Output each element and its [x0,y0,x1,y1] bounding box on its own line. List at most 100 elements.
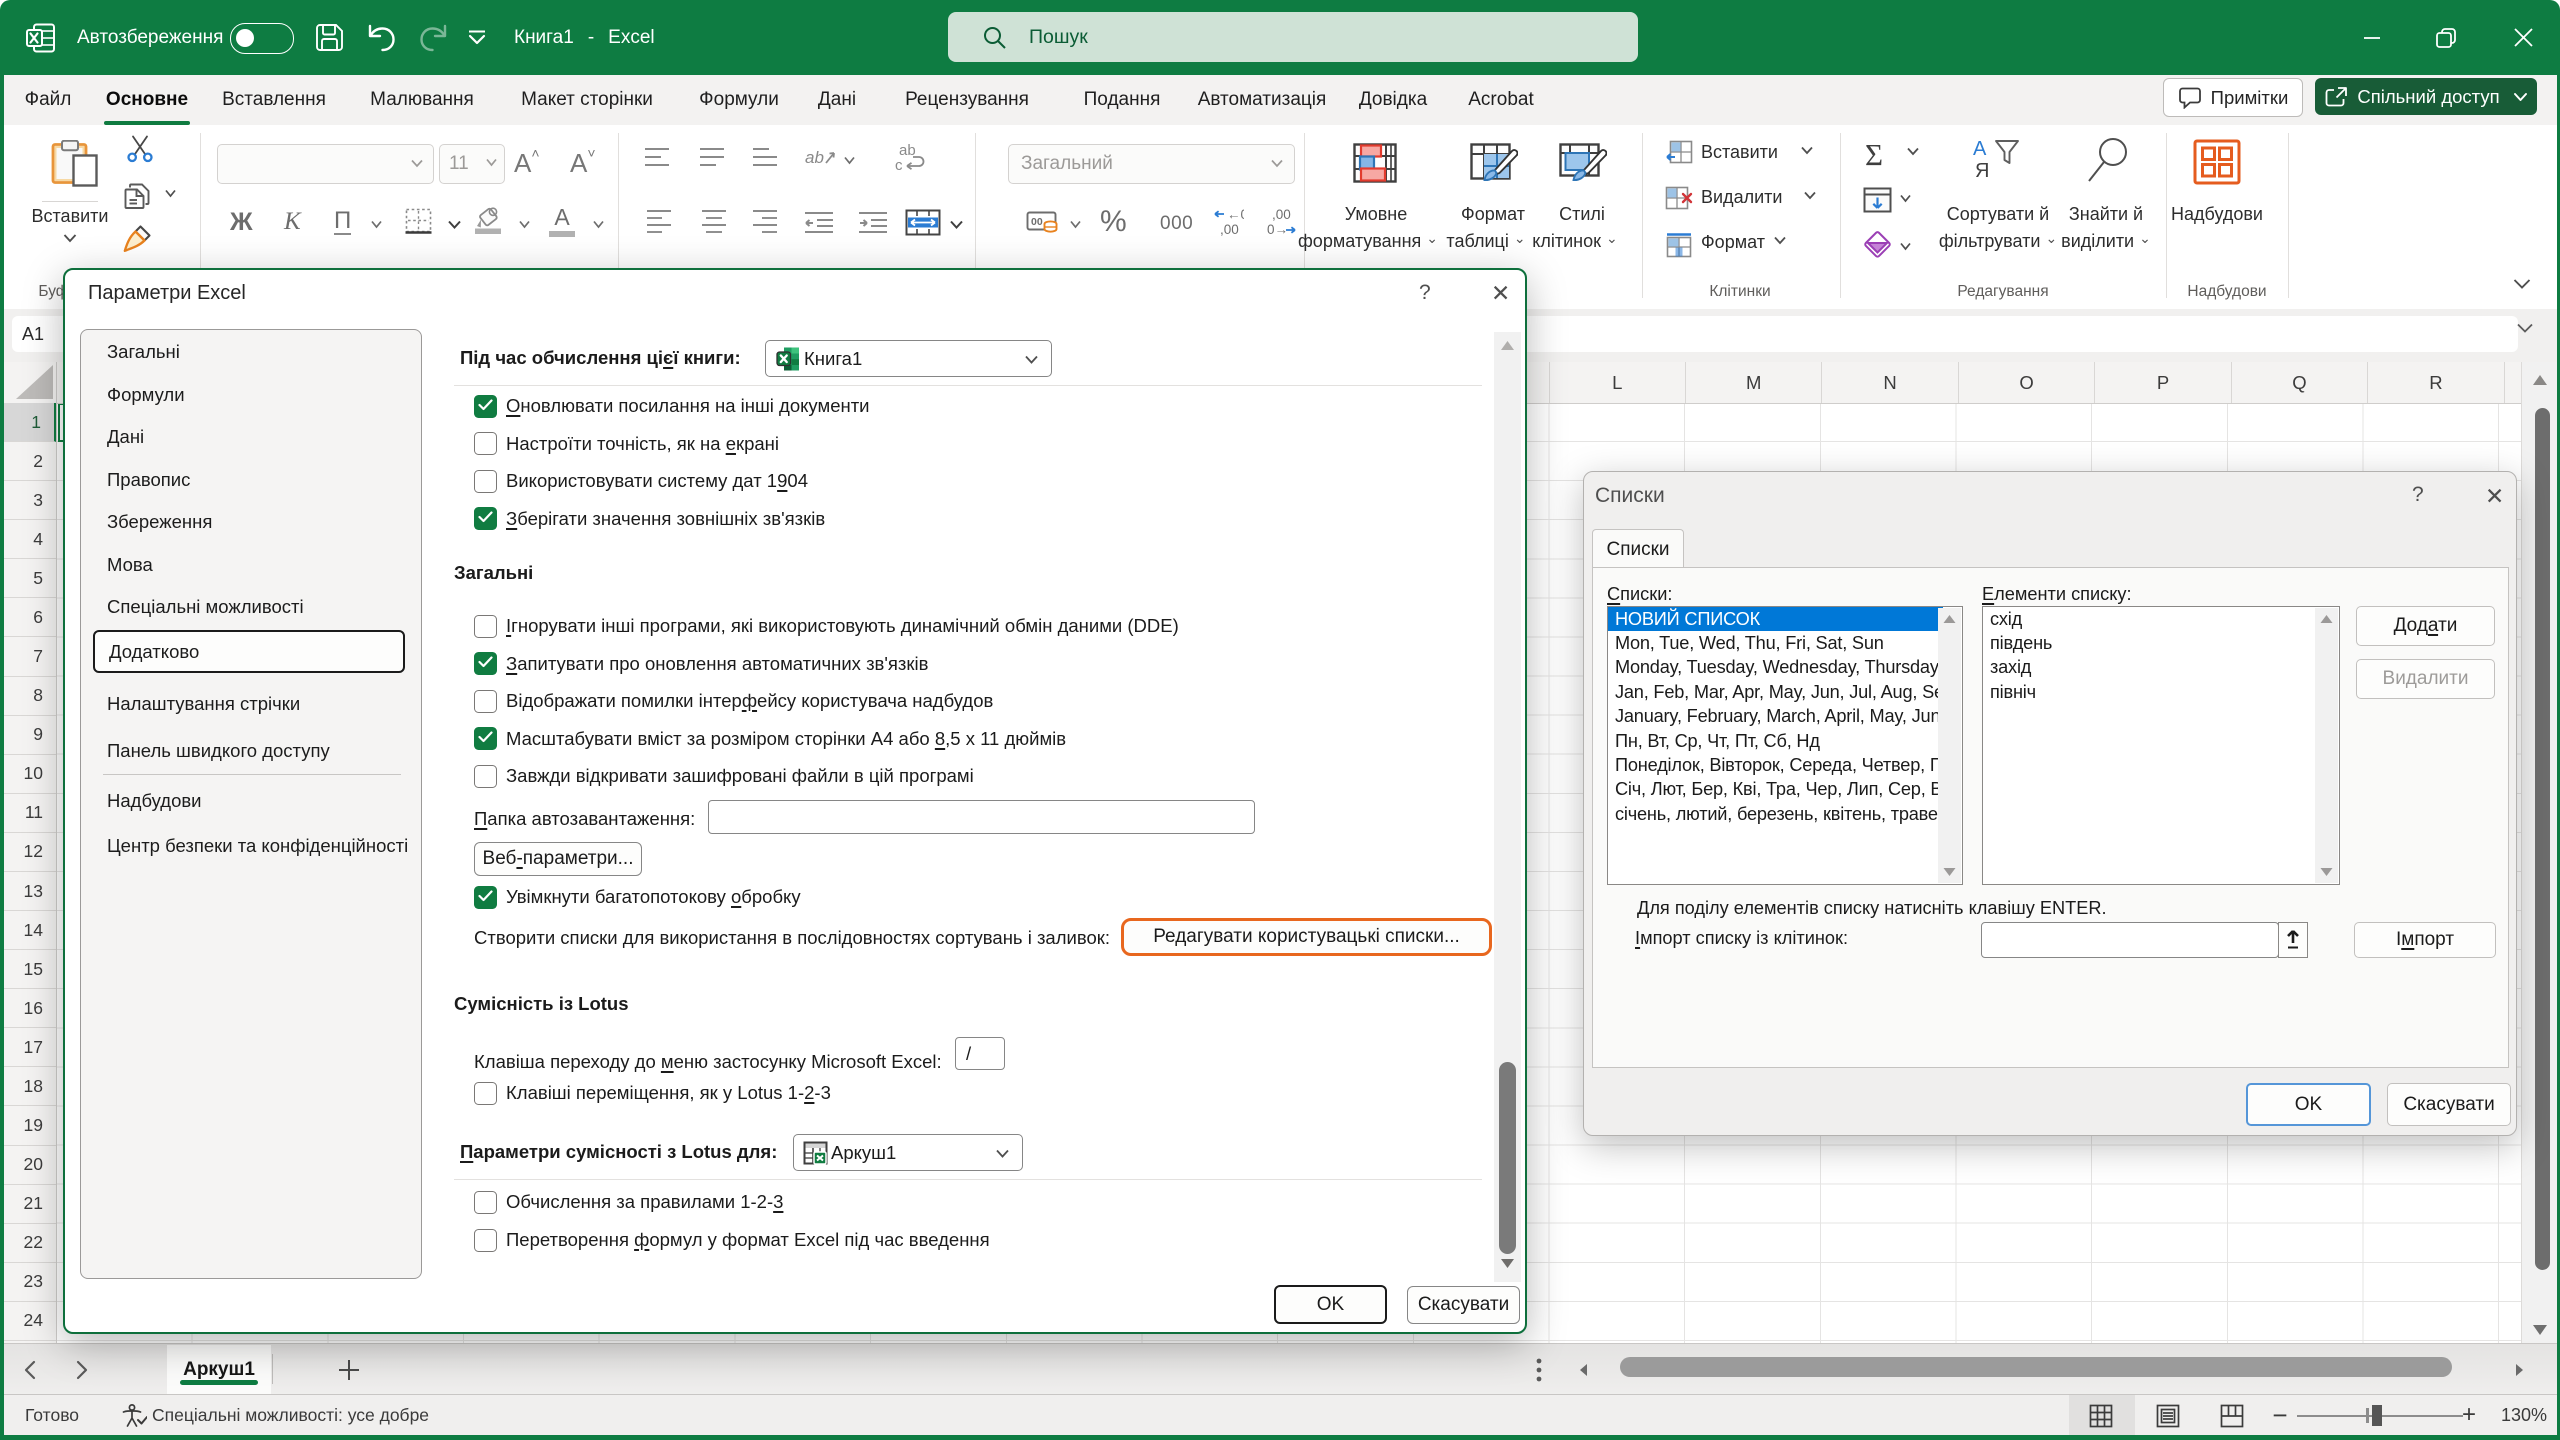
increase-font-icon[interactable]: A˄ [514,145,540,179]
entries-scroll-up-icon[interactable] [2320,614,2333,624]
sheet-prev-icon[interactable] [20,1344,42,1395]
column-header-R[interactable]: R [2368,362,2504,403]
general-check-2-checkbox[interactable] [474,652,497,675]
select-all-corner[interactable] [0,362,57,403]
merge-center-icon[interactable] [905,209,941,236]
options-nav-1[interactable]: Загальні [93,331,405,374]
row-header-14[interactable]: 14 [0,911,56,950]
ribbon-tab-11[interactable]: Довідка [1359,75,1427,125]
insert-cells-icon[interactable] [1665,140,1693,164]
general-check-3[interactable]: Відображати помилки інтерфейсу користува… [474,688,993,714]
ribbon-tab-8[interactable]: Рецензування [905,75,1029,125]
sort-filter-label2[interactable]: фільтрувати [1939,231,2057,252]
options-scroll-up-icon[interactable] [1500,340,1515,351]
merge-chevron-icon[interactable] [949,220,964,230]
lists-scroll-up-icon[interactable] [1943,614,1956,624]
calc-check-4-checkbox[interactable] [474,507,497,530]
fill-chevron-icon[interactable] [1899,194,1912,203]
general-check-5-checkbox[interactable] [474,765,497,788]
format-cells-icon[interactable] [1665,233,1693,259]
sheet-tab-active[interactable]: Аркуш1 [167,1345,271,1395]
general-check-3-checkbox[interactable] [474,690,497,713]
orientation-chevron-icon[interactable] [843,156,856,165]
options-scrollbar[interactable] [1494,332,1521,1282]
options-scroll-down-icon[interactable] [1500,1258,1515,1269]
ribbon-tab-9[interactable]: Подання [1084,75,1161,125]
borders-icon[interactable] [405,208,432,235]
horizontal-scroll-thumb[interactable] [1620,1357,2452,1377]
zoom-slider-thumb[interactable] [2372,1405,2382,1426]
decrease-decimal-icon[interactable]: ,00 0→ [1266,208,1298,237]
delete-cells-icon[interactable] [1665,186,1693,210]
lotus-check-2-checkbox[interactable] [474,1229,497,1252]
view-page-layout-icon[interactable] [2156,1404,2180,1428]
copy-icon[interactable] [123,182,151,210]
lotus-nav-check-checkbox[interactable] [474,1082,497,1105]
number-format-combo[interactable]: Загальний [1008,144,1295,184]
row-header-10[interactable]: 10 [0,755,56,794]
general-check-2[interactable]: Запитувати про оновлення автоматичних зв… [474,651,928,677]
conditional-formatting-label2[interactable]: форматування [1298,231,1438,252]
decrease-font-icon[interactable]: A˅ [570,145,596,179]
calc-check-3[interactable]: Використовувати систему дат 1904 [474,468,808,494]
view-page-break-icon[interactable] [2220,1404,2244,1428]
options-nav-3[interactable]: Дані [93,416,405,459]
fill-color-chevron-icon[interactable] [518,220,531,229]
sheet-next-icon[interactable] [70,1344,92,1395]
scroll-up-icon[interactable] [2532,374,2548,386]
import-range-input[interactable] [1981,922,2279,958]
column-header-N[interactable]: N [1822,362,1958,403]
options-nav-8[interactable]: Додатково [93,630,405,673]
lists-ok-button[interactable]: OK [2246,1083,2371,1126]
row-header-3[interactable]: 3 [0,481,56,520]
view-normal-icon[interactable] [2089,1404,2113,1428]
ribbon-tab-12[interactable]: Acrobat [1468,75,1533,125]
options-cancel-button[interactable]: Скасувати [1407,1286,1520,1324]
undo-icon[interactable] [366,23,396,52]
custom-list-item-7[interactable]: Понеділок, Вівторок, Середа, Четвер, П'я… [1608,753,1943,777]
orientation-icon[interactable]: ab [804,143,838,173]
calc-check-1[interactable]: Оновлювати посилання на інші документи [474,393,870,419]
autosum-icon[interactable]: Σ [1865,137,1883,173]
row-header-7[interactable]: 7 [0,637,56,676]
decrease-indent-icon[interactable] [804,211,834,233]
custom-list-item-4[interactable]: Jan, Feb, Mar, Apr, May, Jun, Jul, Aug, … [1608,680,1943,704]
row-header-8[interactable]: 8 [0,677,56,716]
collapse-dialog-button[interactable] [2278,922,2308,958]
lotus-check-1[interactable]: Обчислення за правилами 1-2-3 [474,1189,783,1215]
find-select-label2[interactable]: виділити [2061,231,2151,252]
custom-list-item-2[interactable]: Mon, Tue, Wed, Thu, Fri, Sat, Sun [1608,631,1943,655]
minimize-button[interactable] [2339,0,2405,75]
list-entry-3[interactable]: захід [1983,656,2317,680]
vertical-scroll-thumb[interactable] [2535,408,2550,1270]
options-ok-button[interactable]: OK [1274,1285,1387,1324]
lotus-nav-check[interactable]: Клавіші переміщення, як у Lotus 1-2-3 [474,1080,831,1106]
column-header-L[interactable]: L [1550,362,1686,403]
format-table-icon[interactable] [1470,143,1518,187]
sort-filter-label1[interactable]: Сортувати й [1947,204,2049,225]
align-bottom-icon[interactable] [752,147,778,169]
ribbon-tab-6[interactable]: Формули [699,75,779,125]
custom-list-item-1[interactable]: НОВИЙ СПИСОК [1608,607,1943,631]
custom-list-item-3[interactable]: Monday, Tuesday, Wednesday, Thursday, Fr… [1608,656,1943,680]
fill-color-icon[interactable] [474,206,502,236]
wrap-text-icon[interactable]: ab c [893,141,927,175]
paste-label[interactable]: Вставити [32,206,109,227]
autosum-chevron-icon[interactable] [1906,147,1920,156]
ribbon-tab-7[interactable]: Дані [818,75,856,125]
general-check-4-checkbox[interactable] [474,727,497,750]
clear-chevron-icon[interactable] [1899,242,1912,251]
row-header-18[interactable]: 18 [0,1067,56,1106]
paste-chevron-icon[interactable] [62,233,78,243]
options-scroll-thumb[interactable] [1499,1062,1516,1254]
options-close-button[interactable]: ✕ [1491,280,1510,307]
options-nav-2[interactable]: Формули [93,373,405,416]
ribbon-tab-1[interactable]: Файл [25,75,72,125]
row-header-4[interactable]: 4 [0,520,56,559]
calc-check-2[interactable]: Настроїти точність, як на екрані [474,431,779,457]
general-check-4[interactable]: Масштабувати вміст за розміром сторінки … [474,726,1066,752]
row-header-5[interactable]: 5 [0,559,56,598]
format-painter-icon[interactable] [122,224,152,254]
lotus-key-input[interactable]: / [955,1037,1005,1070]
calc-check-1-checkbox[interactable] [474,395,497,418]
